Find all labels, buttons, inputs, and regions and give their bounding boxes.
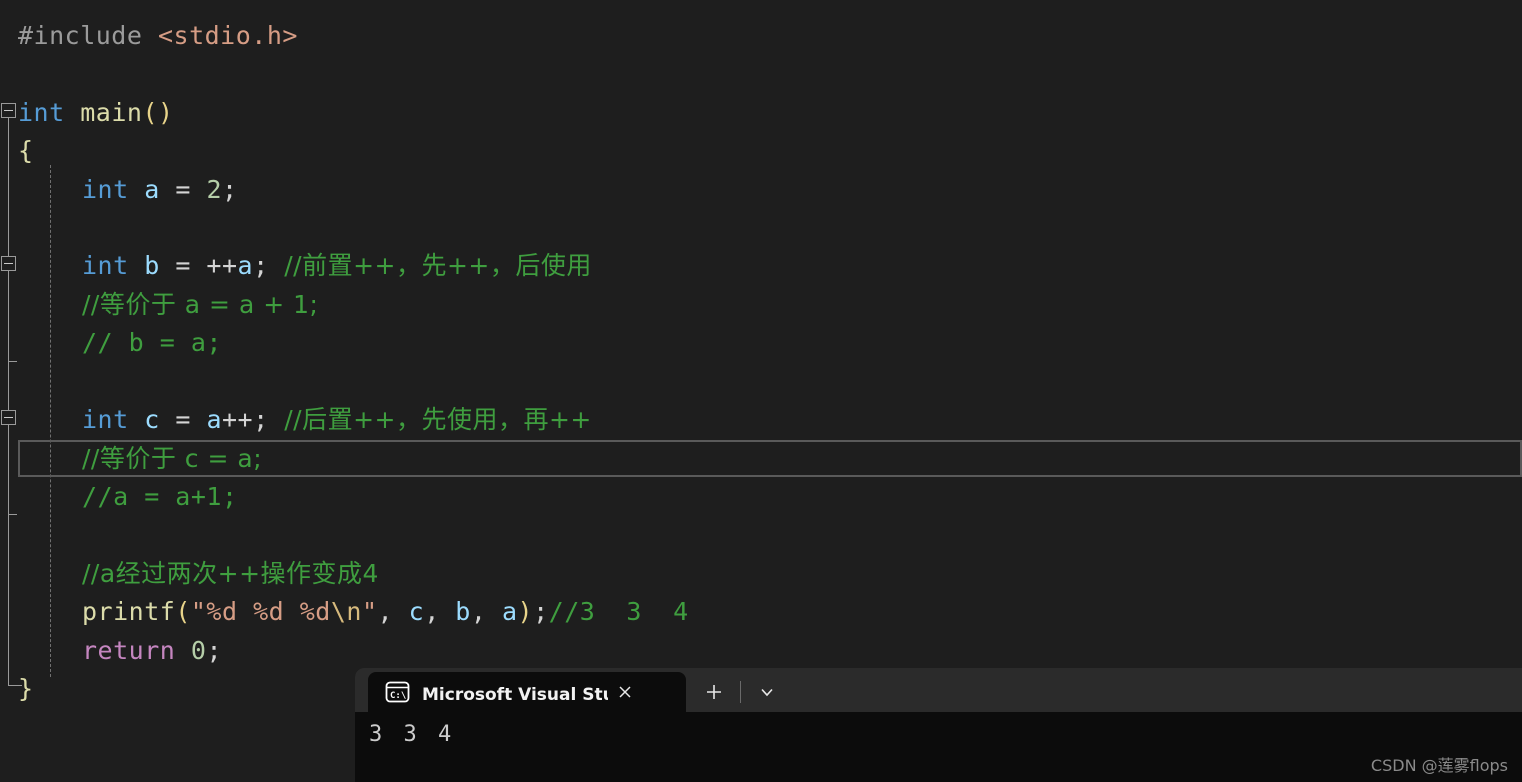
code-editor[interactable]: #include <stdio.h> int main(){int a = 2; i…: [0, 0, 1522, 782]
chevron-down-icon[interactable]: [747, 672, 787, 712]
code-token: 0: [190, 636, 207, 665]
code-token: a: [144, 175, 160, 204]
code-token: ;: [222, 175, 238, 204]
code-token: int: [82, 405, 129, 434]
code-line-13[interactable]: //a = a+1;: [0, 477, 238, 516]
code-token: (): [142, 98, 174, 127]
console-cmd-icon: C:\: [385, 681, 410, 703]
code-token: c: [408, 597, 425, 626]
code-line-1[interactable]: #include <stdio.h>: [0, 16, 298, 55]
code-line-4[interactable]: {: [0, 131, 34, 170]
code-line-3[interactable]: int main(): [0, 93, 174, 132]
code-line-14[interactable]: [0, 515, 82, 554]
code-token: ;: [533, 597, 549, 626]
code-line-5[interactable]: int a = 2;: [0, 170, 238, 209]
code-line-17[interactable]: return 0;: [0, 631, 222, 670]
code-token: int: [82, 251, 129, 280]
code-token: }: [18, 674, 34, 703]
code-token: ,: [470, 597, 502, 626]
code-line-10[interactable]: [0, 362, 82, 401]
code-line-9[interactable]: // b = a;: [0, 323, 222, 362]
code-token: printf: [82, 597, 176, 626]
code-line-16[interactable]: printf("%d %d %d\n", c, b, a);//3 3 4: [0, 592, 689, 631]
terminal-output-text: 3 3 4: [369, 722, 456, 747]
code-token: ,: [424, 597, 456, 626]
code-token: #include: [18, 21, 158, 50]
code-token: \n: [330, 597, 362, 626]
code-line-18[interactable]: }: [0, 669, 34, 708]
code-line-2[interactable]: [0, 55, 18, 94]
code-token: b: [455, 597, 471, 626]
code-token: ): [517, 597, 534, 626]
code-line-11[interactable]: int c = a++; //后置++，先使用，再++: [0, 400, 592, 439]
code-token: =: [159, 405, 207, 434]
code-token: "%d %d %d: [190, 597, 331, 626]
code-token: b: [144, 251, 160, 280]
code-token: 2: [206, 175, 222, 204]
code-token: //后置++，先使用，再++: [284, 405, 592, 434]
code-token: ;: [206, 636, 222, 665]
terminal-tab-title: Microsoft Visual Studio 调试控制台: [422, 684, 608, 705]
code-token: a: [206, 405, 222, 434]
code-token: // b = a;: [82, 328, 222, 357]
close-icon[interactable]: [610, 677, 640, 707]
code-line-8[interactable]: //等价于 a = a + 1;: [0, 285, 318, 324]
code-token: c: [144, 405, 160, 434]
code-token: //a = a+1;: [82, 482, 238, 511]
code-token: ": [361, 597, 378, 626]
code-token: ;: [253, 251, 285, 280]
terminal-titlebar[interactable]: C:\ Microsoft Visual Studio 调试控制台: [355, 668, 1522, 712]
code-token: ++;: [222, 405, 285, 434]
code-token: //等价于 a = a + 1;: [82, 290, 319, 319]
code-token: a: [237, 251, 254, 280]
terminal-output-area[interactable]: 3 3 4: [355, 712, 1522, 782]
terminal-tab[interactable]: C:\ Microsoft Visual Studio 调试控制台: [368, 672, 686, 712]
code-token: int: [18, 98, 65, 127]
code-token: = ++: [159, 251, 238, 280]
svg-text:C:\: C:\: [390, 691, 406, 701]
code-token: //3 3 4: [548, 597, 689, 626]
watermark: CSDN @莲雾flops: [1370, 756, 1508, 775]
code-token: return: [82, 636, 176, 665]
terminal-window[interactable]: C:\ Microsoft Visual Studio 调试控制台: [355, 668, 1522, 782]
code-token: =: [159, 175, 207, 204]
code-token: int: [82, 175, 129, 204]
code-token: //等价于 c = a;: [82, 444, 263, 473]
code-token: <stdio.h>: [157, 21, 298, 50]
code-token: //前置++，先++，后使用: [284, 251, 592, 280]
code-token: (: [175, 597, 191, 626]
code-token: ,: [377, 597, 409, 626]
code-token: a: [501, 597, 518, 626]
code-line-12[interactable]: //等价于 c = a;: [0, 439, 262, 478]
new-tab-button[interactable]: [694, 672, 734, 712]
code-token: main: [80, 98, 143, 127]
code-line-15[interactable]: //a经过两次++操作变成4: [0, 554, 379, 593]
code-token: //a经过两次++操作变成4: [82, 559, 379, 588]
code-line-6[interactable]: [0, 208, 82, 247]
toolbar-divider: [740, 681, 741, 703]
code-line-7[interactable]: int b = ++a; //前置++，先++，后使用: [0, 246, 592, 285]
code-token: {: [18, 136, 34, 165]
